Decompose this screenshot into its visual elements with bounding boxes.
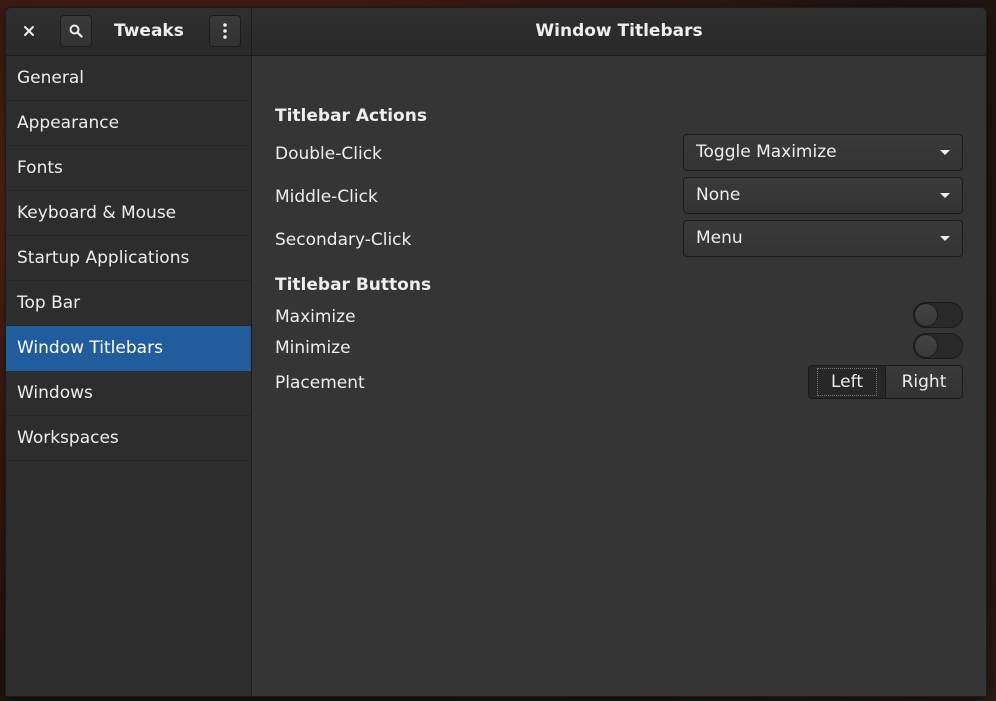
maximize-switch[interactable] — [913, 302, 963, 328]
double-click-value: Toggle Maximize — [696, 142, 837, 162]
close-icon — [24, 26, 34, 36]
sidebar-item-windows[interactable]: Windows — [6, 371, 251, 416]
window-title: Window Titlebars — [535, 21, 703, 41]
secondary-click-label: Secondary-Click — [275, 230, 412, 250]
sidebar-item-general[interactable]: General — [6, 56, 251, 101]
titlebar-actions-heading: Titlebar Actions — [275, 106, 427, 126]
sidebar: General Appearance Fonts Keyboard & Mous… — [6, 56, 252, 696]
secondary-click-value: Menu — [696, 228, 743, 248]
sidebar-item-window-titlebars[interactable]: Window Titlebars — [6, 326, 251, 371]
menu-button[interactable] — [209, 15, 241, 47]
tweaks-window: Tweaks Window Titlebars General Appearan… — [6, 8, 986, 696]
minimize-label: Minimize — [275, 338, 351, 358]
search-button[interactable] — [60, 15, 92, 47]
maximize-label: Maximize — [275, 307, 356, 327]
settings-panel: Titlebar Actions Double-Click Toggle Max… — [252, 56, 986, 696]
double-click-label: Double-Click — [275, 144, 382, 164]
chevron-down-icon — [940, 193, 950, 198]
chevron-down-icon — [940, 150, 950, 155]
placement-left-label: Left — [817, 368, 877, 396]
middle-click-label: Middle-Click — [275, 187, 378, 207]
middle-click-value: None — [696, 185, 741, 205]
header-left-pane: Tweaks — [6, 8, 252, 55]
close-button[interactable] — [13, 15, 45, 47]
sidebar-item-appearance[interactable]: Appearance — [6, 101, 251, 146]
placement-left-button[interactable]: Left — [808, 365, 886, 399]
middle-click-dropdown[interactable]: None — [683, 177, 963, 214]
sidebar-item-startup-applications[interactable]: Startup Applications — [6, 236, 251, 281]
placement-right-button[interactable]: Right — [886, 365, 963, 399]
sidebar-item-fonts[interactable]: Fonts — [6, 146, 251, 191]
double-click-dropdown[interactable]: Toggle Maximize — [683, 134, 963, 171]
app-title: Tweaks — [114, 21, 184, 41]
sidebar-item-keyboard-mouse[interactable]: Keyboard & Mouse — [6, 191, 251, 236]
placement-label: Placement — [275, 373, 365, 393]
switch-knob — [914, 334, 938, 358]
switch-knob — [914, 303, 938, 327]
placement-toggle-group: Left Right — [808, 365, 963, 399]
sidebar-item-workspaces[interactable]: Workspaces — [6, 416, 251, 461]
header-bar: Tweaks Window Titlebars — [6, 8, 986, 56]
sidebar-item-top-bar[interactable]: Top Bar — [6, 281, 251, 326]
vertical-dots-icon — [223, 23, 227, 39]
chevron-down-icon — [940, 236, 950, 241]
secondary-click-dropdown[interactable]: Menu — [683, 220, 963, 257]
minimize-switch[interactable] — [913, 333, 963, 359]
titlebar-buttons-heading: Titlebar Buttons — [275, 275, 432, 295]
search-icon — [69, 24, 83, 38]
